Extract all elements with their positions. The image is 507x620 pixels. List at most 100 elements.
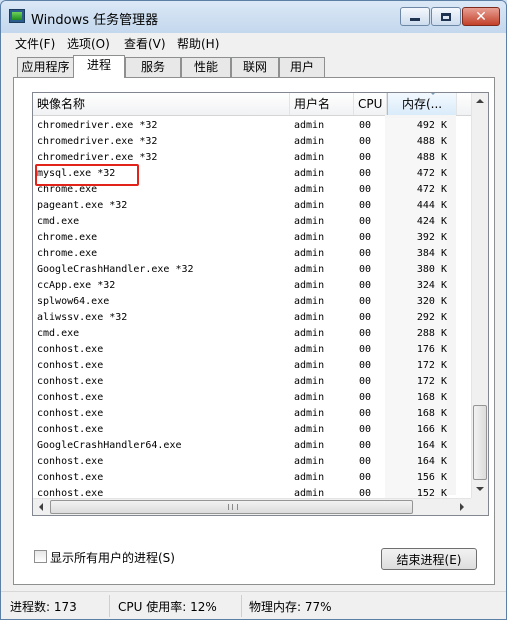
menu-view[interactable]: 查看(V) <box>124 35 166 52</box>
process-user: admin <box>294 408 325 419</box>
scroll-right-button[interactable] <box>454 499 470 515</box>
process-cpu: 00 <box>359 376 372 387</box>
arrow-up-icon <box>476 99 484 103</box>
process-name: splwow64.exe <box>37 296 110 307</box>
process-row[interactable]: pageant.exe *32 admin 00 444 K <box>33 198 471 214</box>
scroll-up-button[interactable] <box>472 93 488 109</box>
vertical-scrollbar[interactable] <box>471 93 488 498</box>
process-cpu: 00 <box>359 280 372 291</box>
process-row[interactable]: aliwssv.exe *32 admin 00 292 K <box>33 310 471 326</box>
process-cpu: 00 <box>359 136 372 147</box>
title-bar[interactable]: Windows 任务管理器 ✕ <box>1 1 506 33</box>
process-row[interactable]: conhost.exe admin 00 168 K <box>33 390 471 406</box>
process-user: admin <box>294 232 325 243</box>
process-cpu: 00 <box>359 456 372 467</box>
process-user: admin <box>294 216 325 227</box>
process-cpu: 00 <box>359 232 372 243</box>
process-memory: 164 K <box>385 454 447 470</box>
column-user-name[interactable]: 用户名 <box>290 93 354 115</box>
minimize-button[interactable] <box>400 7 430 26</box>
process-row[interactable]: chromedriver.exe *32 admin 00 492 K <box>33 118 471 134</box>
process-row[interactable]: GoogleCrashHandler.exe *32 admin 00 380 K <box>33 262 471 278</box>
process-cpu: 00 <box>359 408 372 419</box>
process-row[interactable]: chrome.exe admin 00 392 K <box>33 230 471 246</box>
show-all-users-label[interactable]: 显示所有用户的进程(S) <box>50 549 175 566</box>
scroll-left-button[interactable] <box>33 499 49 515</box>
process-memory: 472 K <box>385 166 447 182</box>
process-row[interactable]: conhost.exe admin 00 168 K <box>33 406 471 422</box>
process-memory: 166 K <box>385 422 447 438</box>
process-name: conhost.exe <box>37 408 104 419</box>
menu-options[interactable]: 选项(O) <box>67 35 110 52</box>
process-memory: 168 K <box>385 406 447 422</box>
tab-networking[interactable]: 联网 <box>231 57 279 77</box>
process-user: admin <box>294 344 325 355</box>
process-cpu: 00 <box>359 296 372 307</box>
process-memory: 472 K <box>385 182 447 198</box>
menu-file[interactable]: 文件(F) <box>15 35 55 52</box>
process-row[interactable]: cmd.exe admin 00 424 K <box>33 214 471 230</box>
horizontal-scroll-thumb[interactable] <box>50 500 413 514</box>
tab-users[interactable]: 用户 <box>279 57 325 77</box>
show-all-users-checkbox[interactable] <box>34 550 47 563</box>
arrow-down-icon <box>476 487 484 491</box>
process-memory: 488 K <box>385 150 447 166</box>
tab-performance[interactable]: 性能 <box>181 57 231 77</box>
process-row[interactable]: splwow64.exe admin 00 320 K <box>33 294 471 310</box>
process-memory: 292 K <box>385 310 447 326</box>
process-memory: 164 K <box>385 438 447 454</box>
tab-applications[interactable]: 应用程序 <box>17 57 74 77</box>
process-row[interactable]: conhost.exe admin 00 156 K <box>33 470 471 486</box>
process-row[interactable]: conhost.exe admin 00 172 K <box>33 358 471 374</box>
process-cpu: 00 <box>359 440 372 451</box>
process-memory: 384 K <box>385 246 447 262</box>
maximize-button[interactable] <box>431 7 461 26</box>
process-name: GoogleCrashHandler64.exe <box>37 440 182 451</box>
column-cpu[interactable]: CPU <box>354 93 387 115</box>
process-row[interactable]: GoogleCrashHandler64.exe admin 00 164 K <box>33 438 471 454</box>
process-list[interactable]: 映像名称 用户名 CPU 内存(... chromedriver.exe *32… <box>32 92 489 516</box>
process-user: admin <box>294 440 325 451</box>
arrow-left-icon <box>39 503 43 511</box>
tab-processes[interactable]: 进程 <box>73 55 125 78</box>
menu-help[interactable]: 帮助(H) <box>177 35 219 52</box>
vertical-scroll-thumb[interactable] <box>473 405 487 480</box>
scroll-down-button[interactable] <box>472 481 488 497</box>
process-cpu: 00 <box>359 200 372 211</box>
process-user: admin <box>294 296 325 307</box>
process-row[interactable]: ccApp.exe *32 admin 00 324 K <box>33 278 471 294</box>
process-user: admin <box>294 248 325 259</box>
process-user: admin <box>294 120 325 131</box>
process-name: conhost.exe <box>37 392 104 403</box>
process-cpu: 00 <box>359 344 372 355</box>
close-button[interactable]: ✕ <box>462 7 500 26</box>
process-memory: 324 K <box>385 278 447 294</box>
maximize-icon <box>441 12 451 21</box>
process-row[interactable]: conhost.exe admin 00 164 K <box>33 454 471 470</box>
process-row[interactable]: cmd.exe admin 00 288 K <box>33 326 471 342</box>
process-row[interactable]: conhost.exe admin 00 172 K <box>33 374 471 390</box>
process-row[interactable]: conhost.exe admin 00 176 K <box>33 342 471 358</box>
process-memory: 392 K <box>385 230 447 246</box>
process-memory: 492 K <box>385 118 447 134</box>
process-user: admin <box>294 152 325 163</box>
process-row[interactable]: conhost.exe admin 00 166 K <box>33 422 471 438</box>
window-title: Windows 任务管理器 <box>31 13 159 28</box>
tab-services[interactable]: 服务 <box>125 57 181 77</box>
column-image-name[interactable]: 映像名称 <box>33 93 290 115</box>
process-memory: 172 K <box>385 374 447 390</box>
process-row[interactable]: chromedriver.exe *32 admin 00 488 K <box>33 134 471 150</box>
process-user: admin <box>294 376 325 387</box>
process-user: admin <box>294 424 325 435</box>
process-user: admin <box>294 392 325 403</box>
process-cpu: 00 <box>359 392 372 403</box>
process-name: conhost.exe <box>37 376 104 387</box>
process-cpu: 00 <box>359 216 372 227</box>
horizontal-scrollbar[interactable] <box>33 498 471 515</box>
end-process-button[interactable]: 结束进程(E) <box>381 548 477 570</box>
process-memory: 156 K <box>385 470 447 486</box>
status-separator <box>241 595 242 617</box>
process-row[interactable]: chrome.exe admin 00 384 K <box>33 246 471 262</box>
column-memory[interactable]: 内存(... <box>387 93 457 115</box>
process-name: aliwssv.exe *32 <box>37 312 128 323</box>
